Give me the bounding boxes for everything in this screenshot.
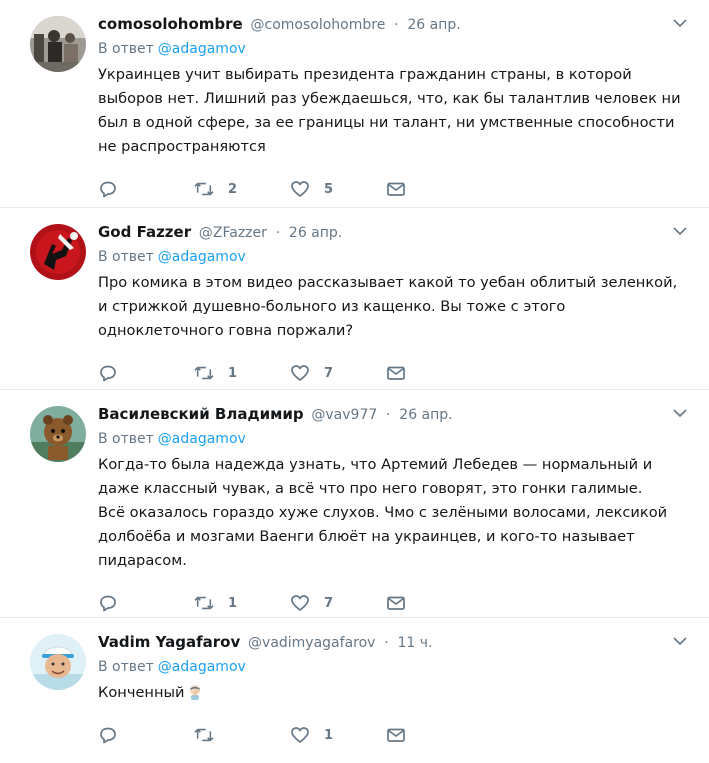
reply-button[interactable] xyxy=(98,725,194,745)
separator-dot: · xyxy=(394,17,399,33)
heart-icon xyxy=(290,725,310,745)
tweet-vav977[interactable]: Василевский Владимир @vav977 · 26 апр. В… xyxy=(0,390,709,618)
tweet-vadimyagafarov[interactable]: Vadim Yagafarov @vadimyagafarov · 11 ч. … xyxy=(0,618,709,763)
author-username[interactable]: @comosolohombre xyxy=(251,17,386,33)
heart-icon xyxy=(290,593,310,613)
retweet-button[interactable] xyxy=(194,725,290,745)
tweet-timestamp[interactable]: 11 ч. xyxy=(397,635,432,651)
retweet-count: 1 xyxy=(228,365,238,381)
avatar-image xyxy=(30,634,86,690)
chevron-down-icon[interactable] xyxy=(673,636,687,646)
direct-message-button[interactable] xyxy=(386,363,406,383)
chevron-down-icon[interactable] xyxy=(673,226,687,236)
reply-to-link[interactable]: @adagamov xyxy=(158,431,246,447)
retweet-count: 2 xyxy=(228,181,238,197)
tweet-actions: 1 7 xyxy=(98,351,689,395)
avatar[interactable] xyxy=(30,634,86,690)
reply-icon xyxy=(98,363,118,383)
tweet-header: God Fazzer @ZFazzer · 26 апр. xyxy=(98,220,689,244)
retweet-icon xyxy=(194,363,214,383)
tweet-header: Vadim Yagafarov @vadimyagafarov · 11 ч. xyxy=(98,630,689,654)
heart-icon xyxy=(290,179,310,199)
tweet-timestamp[interactable]: 26 апр. xyxy=(407,17,460,33)
avatar[interactable] xyxy=(30,16,86,72)
tweet-timestamp[interactable]: 26 апр. xyxy=(289,225,342,241)
like-count: 1 xyxy=(324,727,334,743)
retweet-button[interactable]: 1 xyxy=(194,363,290,383)
retweet-icon xyxy=(194,593,214,613)
separator-dot: · xyxy=(384,635,389,651)
tweet-text-container: Конченный xyxy=(98,681,688,705)
separator-dot: · xyxy=(275,225,281,241)
envelope-icon xyxy=(386,179,406,199)
reply-prefix: В ответ xyxy=(98,659,154,675)
separator-dot: · xyxy=(386,407,391,423)
reply-button[interactable] xyxy=(98,363,194,383)
reply-context: В ответ @adagamov xyxy=(98,38,689,60)
heart-icon xyxy=(290,363,310,383)
avatar[interactable] xyxy=(30,406,86,462)
reply-context: В ответ @adagamov xyxy=(98,656,689,678)
reply-icon xyxy=(98,179,118,199)
author-username[interactable]: @vadimyagafarov xyxy=(248,635,375,651)
tweet-zfazzer[interactable]: God Fazzer @ZFazzer · 26 апр. В ответ @ad… xyxy=(0,208,709,390)
reply-to-link[interactable]: @adagamov xyxy=(158,41,246,57)
like-count: 5 xyxy=(324,181,334,197)
tweet-text: Конченный xyxy=(98,684,185,701)
envelope-icon xyxy=(386,725,406,745)
reply-icon xyxy=(98,725,118,745)
direct-message-button[interactable] xyxy=(386,179,406,199)
tweet-timestamp[interactable]: 26 апр. xyxy=(399,407,452,423)
chevron-down-icon[interactable] xyxy=(673,408,687,418)
tweet-actions: 2 5 xyxy=(98,167,689,211)
direct-message-button[interactable] xyxy=(386,725,406,745)
reply-context: В ответ @adagamov xyxy=(98,246,689,268)
tweet-header: Василевский Владимир @vav977 · 26 апр. xyxy=(98,402,689,426)
tweet-actions: 1 xyxy=(98,713,689,757)
facepalm-emoji-icon xyxy=(187,684,203,700)
reply-button[interactable] xyxy=(98,179,194,199)
author-name[interactable]: God Fazzer xyxy=(98,223,191,241)
like-button[interactable]: 5 xyxy=(290,179,386,199)
reply-to-link[interactable]: @adagamov xyxy=(158,249,246,265)
author-username[interactable]: @ZFazzer xyxy=(199,225,267,241)
chevron-down-icon[interactable] xyxy=(673,18,687,28)
reply-icon xyxy=(98,593,118,613)
reply-context: В ответ @adagamov xyxy=(98,428,689,450)
tweet-text: Когда-то была надежда узнать, что Артеми… xyxy=(98,456,668,569)
like-button[interactable]: 7 xyxy=(290,363,386,383)
reply-to-link[interactable]: @adagamov xyxy=(158,659,246,675)
reply-prefix: В ответ xyxy=(98,41,154,57)
retweet-button[interactable]: 1 xyxy=(194,593,290,613)
reply-timeline: comosolohombre @comosolohombre · 26 апр.… xyxy=(0,0,709,763)
direct-message-button[interactable] xyxy=(386,593,406,613)
retweet-icon xyxy=(194,725,214,745)
tweet-comosolohombre[interactable]: comosolohombre @comosolohombre · 26 апр.… xyxy=(0,0,709,208)
author-username[interactable]: @vav977 xyxy=(311,407,377,423)
author-name[interactable]: Vadim Yagafarov xyxy=(98,633,240,651)
retweet-button[interactable]: 2 xyxy=(194,179,290,199)
tweet-header: comosolohombre @comosolohombre · 26 апр. xyxy=(98,12,689,36)
like-count: 7 xyxy=(324,595,334,611)
author-name[interactable]: comosolohombre xyxy=(98,15,243,33)
avatar-image xyxy=(30,406,86,462)
reply-button[interactable] xyxy=(98,593,194,613)
reply-prefix: В ответ xyxy=(98,249,154,265)
avatar-image xyxy=(30,224,86,280)
like-button[interactable]: 7 xyxy=(290,593,386,613)
envelope-icon xyxy=(386,593,406,613)
author-name[interactable]: Василевский Владимир xyxy=(98,405,304,423)
avatar-image xyxy=(30,16,86,72)
like-count: 7 xyxy=(324,365,334,381)
tweet-text: Про комика в этом видео рассказывает как… xyxy=(98,274,678,339)
reply-prefix: В ответ xyxy=(98,431,154,447)
retweet-count: 1 xyxy=(228,595,238,611)
avatar[interactable] xyxy=(30,224,86,280)
retweet-icon xyxy=(194,179,214,199)
like-button[interactable]: 1 xyxy=(290,725,386,745)
tweet-text: Украинцев учит выбирать президента гражд… xyxy=(98,66,681,155)
envelope-icon xyxy=(386,363,406,383)
